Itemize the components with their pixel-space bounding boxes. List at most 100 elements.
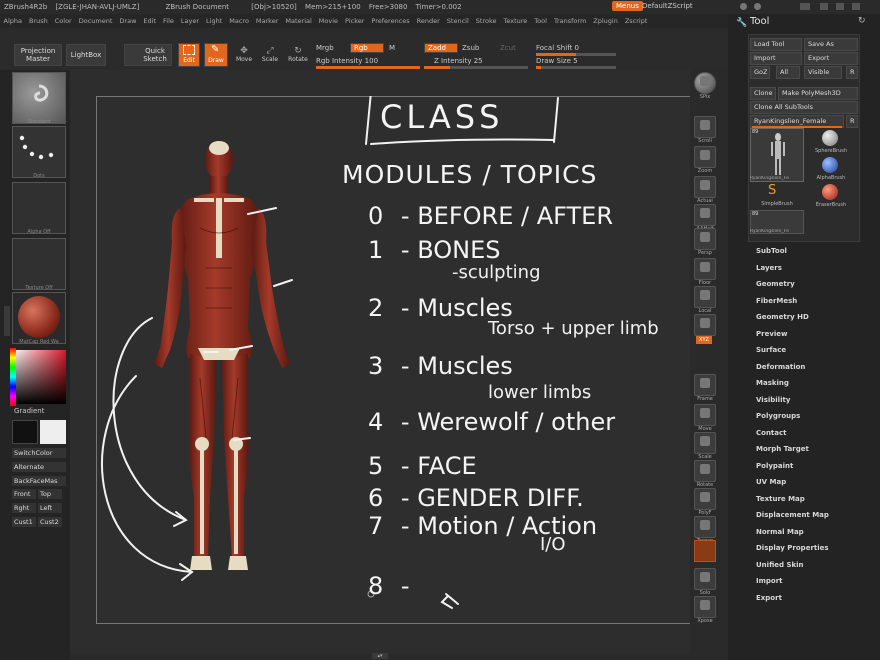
- rgb-intensity-slider[interactable]: Rgb Intensity 100: [316, 57, 378, 65]
- clone-button[interactable]: Clone: [750, 87, 776, 100]
- rgb-intensity-track[interactable]: [316, 66, 420, 69]
- m-toggle[interactable]: M: [389, 44, 395, 52]
- scale-button[interactable]: ⤢ Scale: [260, 46, 280, 63]
- mrgb-toggle[interactable]: Mrgb: [316, 44, 334, 52]
- zadd-toggle[interactable]: Zadd: [424, 43, 458, 53]
- refresh-icon[interactable]: ↻: [858, 16, 866, 26]
- goz-button[interactable]: GoZ: [750, 66, 770, 79]
- subpalette-fibermesh[interactable]: FiberMesh: [756, 297, 829, 314]
- menu-zscript[interactable]: Zscript: [625, 17, 648, 25]
- subpalette-polypaint[interactable]: Polypaint: [756, 462, 829, 479]
- menu-stencil[interactable]: Stencil: [447, 17, 469, 25]
- draw-size-track[interactable]: [536, 66, 616, 69]
- subpalette-geometry-hd[interactable]: Geometry HD: [756, 313, 829, 330]
- menu-macro[interactable]: Macro: [229, 17, 249, 25]
- gradient-toggle[interactable]: Gradient: [14, 407, 44, 415]
- menu-light[interactable]: Light: [206, 17, 222, 25]
- minimize-icon[interactable]: [820, 3, 828, 10]
- quick-sketch-button[interactable]: Quick Sketch: [124, 44, 172, 66]
- focal-shift-track[interactable]: [536, 53, 616, 56]
- menu-brush[interactable]: Brush: [29, 17, 48, 25]
- current-tool-r-button[interactable]: R: [846, 115, 858, 128]
- subpalette-subtool[interactable]: SubTool: [756, 247, 829, 264]
- symmetry-xyz-toggle[interactable]: XYZ: [696, 336, 712, 344]
- subpalette-geometry[interactable]: Geometry: [756, 280, 829, 297]
- menu-document[interactable]: Document: [79, 17, 113, 25]
- main-color-swatch[interactable]: [12, 420, 38, 444]
- goz-visible-button[interactable]: Visible: [804, 66, 842, 79]
- menu-picker[interactable]: Picker: [345, 17, 364, 25]
- simple-brush-icon[interactable]: S: [768, 183, 776, 198]
- rotate-button[interactable]: ↻ Rotate: [286, 46, 310, 63]
- make-polymesh-button[interactable]: Make PolyMesh3D: [778, 87, 858, 100]
- alpha-brush-icon[interactable]: [822, 157, 838, 173]
- menu-edit[interactable]: Edit: [143, 17, 156, 25]
- import-tool-button[interactable]: Import: [750, 52, 802, 65]
- front-view-button[interactable]: Front: [12, 489, 36, 499]
- zsub-toggle[interactable]: Zsub: [462, 44, 479, 52]
- draw-size-slider[interactable]: Draw Size 5: [536, 57, 578, 65]
- top-view-button[interactable]: Top: [38, 489, 62, 499]
- menu-color[interactable]: Color: [55, 17, 72, 25]
- subpalette-polygroups[interactable]: Polygroups: [756, 412, 829, 429]
- color-picker-square[interactable]: [12, 350, 66, 404]
- menu-layer[interactable]: Layer: [181, 17, 199, 25]
- menu-texture[interactable]: Texture: [504, 17, 528, 25]
- menu-marker[interactable]: Marker: [256, 17, 278, 25]
- subpalette-uv-map[interactable]: UV Map: [756, 478, 829, 495]
- alternate-button[interactable]: Alternate: [12, 462, 66, 472]
- maximize-icon[interactable]: [836, 3, 844, 10]
- subpalette-morph-target[interactable]: Morph Target: [756, 445, 829, 462]
- save-as-button[interactable]: Save As: [804, 38, 858, 51]
- left-tray-handle[interactable]: [4, 306, 10, 336]
- subpalette-layers[interactable]: Layers: [756, 264, 829, 281]
- menu-draw[interactable]: Draw: [119, 17, 136, 25]
- subpalette-preview[interactable]: Preview: [756, 330, 829, 347]
- subpalette-unified-skin[interactable]: Unified Skin: [756, 561, 829, 578]
- clone-all-subtools-button[interactable]: Clone All SubTools: [750, 101, 858, 114]
- script-name[interactable]: DefaultZScript: [642, 2, 693, 10]
- subpalette-displacement-map[interactable]: Displacement Map: [756, 511, 829, 528]
- question-icon[interactable]: [740, 3, 747, 10]
- info-icon[interactable]: [754, 3, 761, 10]
- layout-icon[interactable]: [800, 3, 810, 10]
- subpalette-surface[interactable]: Surface: [756, 346, 829, 363]
- subpalette-export[interactable]: Export: [756, 594, 829, 611]
- subpalette-visibility[interactable]: Visibility: [756, 396, 829, 413]
- hue-strip[interactable]: [10, 348, 16, 406]
- sphere-brush-icon[interactable]: [822, 130, 838, 146]
- goz-r-button[interactable]: R: [846, 66, 858, 79]
- subpalette-normal-map[interactable]: Normal Map: [756, 528, 829, 545]
- focal-shift-slider[interactable]: Focal Shift 0: [536, 44, 579, 52]
- backface-mask-button[interactable]: BackFaceMas: [12, 476, 66, 486]
- alpha-thumbnail[interactable]: [12, 182, 66, 234]
- secondary-color-swatch[interactable]: [40, 420, 66, 444]
- texture-thumbnail[interactable]: [12, 238, 66, 290]
- z-intensity-slider[interactable]: Z Intensity 25: [434, 57, 483, 65]
- menu-render[interactable]: Render: [417, 17, 440, 25]
- menu-movie[interactable]: Movie: [319, 17, 338, 25]
- menu-material[interactable]: Material: [285, 17, 311, 25]
- dynamic-brush-swatch[interactable]: [694, 540, 716, 562]
- subpalette-import[interactable]: Import: [756, 577, 829, 594]
- menus-button[interactable]: Menus: [612, 1, 643, 11]
- export-tool-button[interactable]: Export: [804, 52, 858, 65]
- lightbox-button[interactable]: LightBox: [66, 44, 106, 66]
- subpalette-texture-map[interactable]: Texture Map: [756, 495, 829, 512]
- load-tool-button[interactable]: Load Tool: [750, 38, 802, 51]
- subpalette-contact[interactable]: Contact: [756, 429, 829, 446]
- z-intensity-track[interactable]: [424, 66, 528, 69]
- left-view-button[interactable]: Left: [38, 503, 62, 513]
- subpalette-masking[interactable]: Masking: [756, 379, 829, 396]
- menu-zplugin[interactable]: Zplugin: [593, 17, 618, 25]
- menu-tool[interactable]: Tool: [534, 17, 547, 25]
- right-view-button[interactable]: Rght: [12, 503, 36, 513]
- close-icon[interactable]: [852, 3, 860, 10]
- move-button[interactable]: ✥ Move: [234, 46, 254, 63]
- menu-stroke[interactable]: Stroke: [476, 17, 497, 25]
- goz-all-button[interactable]: All: [776, 66, 800, 79]
- custom-view-2-button[interactable]: Cust2: [38, 517, 62, 527]
- menu-alpha[interactable]: Alpha: [4, 17, 22, 25]
- custom-view-1-button[interactable]: Cust1: [12, 517, 36, 527]
- bottom-tray-handle-icon[interactable]: ▴▾: [372, 653, 388, 659]
